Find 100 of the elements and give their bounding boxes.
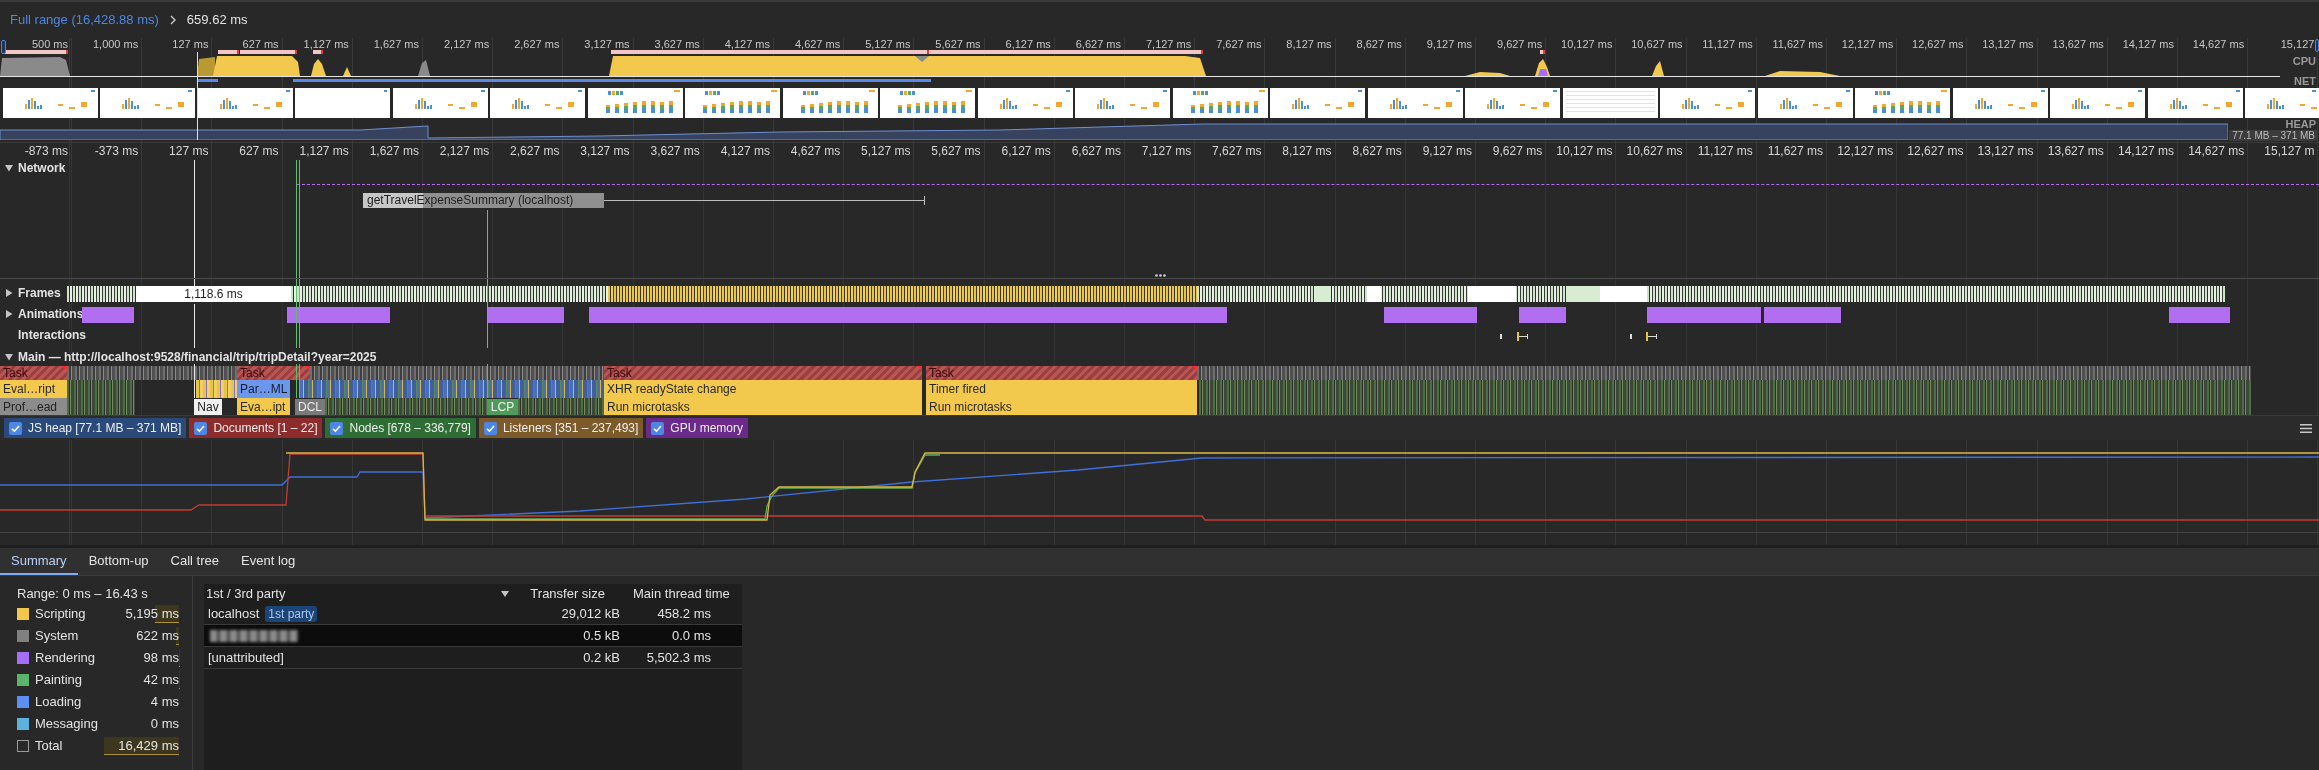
category-name: Rendering: [35, 649, 95, 668]
event-bar[interactable]: Timer fired: [926, 380, 1197, 398]
category-value: 42 ms: [143, 671, 179, 690]
category-name: Loading: [35, 693, 82, 712]
tab[interactable]: Call tree: [159, 548, 231, 575]
ruler-label: 9,627 ms: [1496, 38, 1543, 50]
ruler-label: 5,627 ms: [931, 143, 981, 160]
ruler-label: 4,627 ms: [790, 143, 841, 160]
frame-duration-label[interactable]: 1,118.6 ms: [136, 286, 291, 302]
range-handle[interactable]: [2315, 39, 2319, 52]
chevron-right-icon: [169, 15, 176, 25]
track-title: Interactions: [18, 327, 86, 343]
counter-checkbox[interactable]: Documents [1 – 22]: [189, 418, 323, 438]
ruler-label: 14,627 ms: [2192, 38, 2245, 50]
ruler-label: -373 ms: [94, 143, 139, 160]
corner-triangle-icon: [917, 366, 922, 371]
corner-triangle-icon: [62, 366, 67, 371]
table-row[interactable]: localhost 1st party 29,012 kB 458.2 ms: [204, 603, 742, 625]
ruler-label: 7,627 ms: [1212, 143, 1262, 160]
menu-icon[interactable]: [2300, 424, 2312, 433]
caret-down-icon[interactable]: [5, 164, 13, 172]
category-value: 5,195 ms: [125, 605, 179, 624]
event-bar[interactable]: Par…ML: [237, 380, 290, 398]
ruler-label: 5,127 ms: [861, 143, 911, 160]
task-bar[interactable]: Task: [604, 366, 922, 380]
category-value: 16,429 ms: [118, 737, 179, 756]
interaction-marker[interactable]: [1517, 332, 1528, 341]
ruler-label: 11,127 ms: [1702, 38, 1753, 50]
counter-checkbox[interactable]: JS heap [77.1 MB – 371 MB]: [4, 418, 187, 438]
event-bar[interactable]: Prof…ead: [0, 398, 67, 415]
task-bar[interactable]: Task: [237, 366, 310, 380]
column-header[interactable]: Main thread time: [633, 586, 730, 601]
caret-right-icon[interactable]: [5, 289, 13, 297]
checkbox-icon[interactable]: [9, 421, 22, 435]
ruler-label: 13,127 ms: [1977, 143, 2034, 160]
ruler-label: 13,127 ms: [1982, 38, 2034, 50]
tick-mark: [1500, 334, 1502, 339]
ruler-label: 127 ms: [172, 38, 209, 50]
ruler-label: 15,127 m: [2264, 143, 2315, 160]
timestamp-line: [296, 364, 297, 398]
checkbox-icon[interactable]: [651, 421, 665, 435]
caret-right-icon[interactable]: [5, 310, 13, 318]
ruler-label: 12,127 ms: [1841, 38, 1894, 50]
category-value: 98 ms: [143, 649, 179, 668]
track-title: Main — http://localhost:9528/financial/trip/tripDetail?year=2025: [18, 349, 377, 365]
range-handle[interactable]: [1, 40, 6, 54]
ruler-label: 9,127 ms: [1422, 143, 1472, 160]
timing-marker[interactable]: Nav: [194, 399, 222, 415]
ruler-label: 11,627 ms: [1767, 143, 1823, 160]
breadcrumb[interactable]: Full range (16,428.88 ms): [10, 10, 159, 30]
checkbox-icon[interactable]: [483, 421, 497, 435]
counter-checkbox[interactable]: GPU memory: [646, 418, 749, 438]
table-row[interactable]: 0.5 kB 0.0 ms: [204, 625, 742, 647]
checkbox-icon[interactable]: [194, 421, 208, 435]
event-bar[interactable]: Eval…ript: [0, 380, 67, 398]
main-thread-time: 458.2 ms: [657, 605, 711, 621]
column-header[interactable]: 1st / 3rd party: [206, 584, 286, 603]
caret-down-icon[interactable]: [501, 590, 509, 597]
ruler-label: 14,127 ms: [2122, 38, 2174, 50]
lane-label: CPU: [2292, 55, 2316, 67]
ruler-label: 1,627 ms: [369, 143, 419, 160]
tab[interactable]: Event log: [230, 548, 307, 575]
ruler-label: 12,627 ms: [1907, 143, 1964, 160]
caret-down-icon[interactable]: [5, 353, 13, 361]
task-bar[interactable]: Task: [926, 366, 1197, 380]
counter-checkbox[interactable]: Nodes [678 – 336,779]: [325, 418, 476, 438]
ruler-label: 6,627 ms: [1071, 143, 1121, 160]
lane-label: HEAP: [2285, 118, 2316, 130]
breadcrumb[interactable]: 659.62 ms: [186, 10, 248, 30]
category-value: 0 ms: [150, 715, 179, 734]
ruler-label: 8,127 ms: [1282, 143, 1332, 160]
tab[interactable]: Bottom-up: [77, 548, 160, 575]
category-name: System: [35, 627, 79, 646]
column-header[interactable]: Transfer size: [530, 586, 605, 601]
frames-strip-drawing: [67, 286, 136, 302]
interaction-marker[interactable]: [1646, 332, 1657, 341]
event-bar[interactable]: Run microtasks: [604, 398, 922, 415]
event-bar[interactable]: Run microtasks: [926, 398, 1197, 415]
ruler-label: 9,627 ms: [1492, 143, 1543, 160]
category-value: 4 ms: [150, 693, 179, 712]
checkbox-icon[interactable]: [330, 421, 344, 435]
ruler-label: 10,127 ms: [1556, 143, 1613, 160]
event-bar[interactable]: Eva…ipt: [237, 398, 290, 415]
ruler-label: 3,127 ms: [580, 143, 630, 160]
counter-checkbox[interactable]: Listeners [351 – 237,493]: [478, 418, 644, 438]
timing-marker[interactable]: DCL: [295, 399, 325, 415]
ruler-label: 11,627 ms: [1772, 38, 1823, 50]
timestamp-line: [487, 364, 488, 398]
request-bar[interactable]: getTravelExpenseSummary (localhost): [363, 193, 604, 208]
activity-strip-drawing: [67, 398, 135, 415]
ruler-label: 11,127 ms: [1697, 143, 1753, 160]
task-bar[interactable]: Task: [0, 366, 67, 380]
event-bar[interactable]: XHR readyState change: [604, 380, 922, 398]
ruler-label: 4,627 ms: [794, 38, 841, 50]
ruler-label: 5,127 ms: [865, 38, 911, 50]
ruler-label: 2,127 ms: [439, 143, 490, 160]
heap-range-label: 77.1 MB – 371 MB: [2229, 130, 2318, 141]
dots-icon[interactable]: [1155, 274, 1166, 277]
main-thread-time: 0.0 ms: [672, 627, 711, 643]
tab[interactable]: Summary: [0, 548, 78, 575]
